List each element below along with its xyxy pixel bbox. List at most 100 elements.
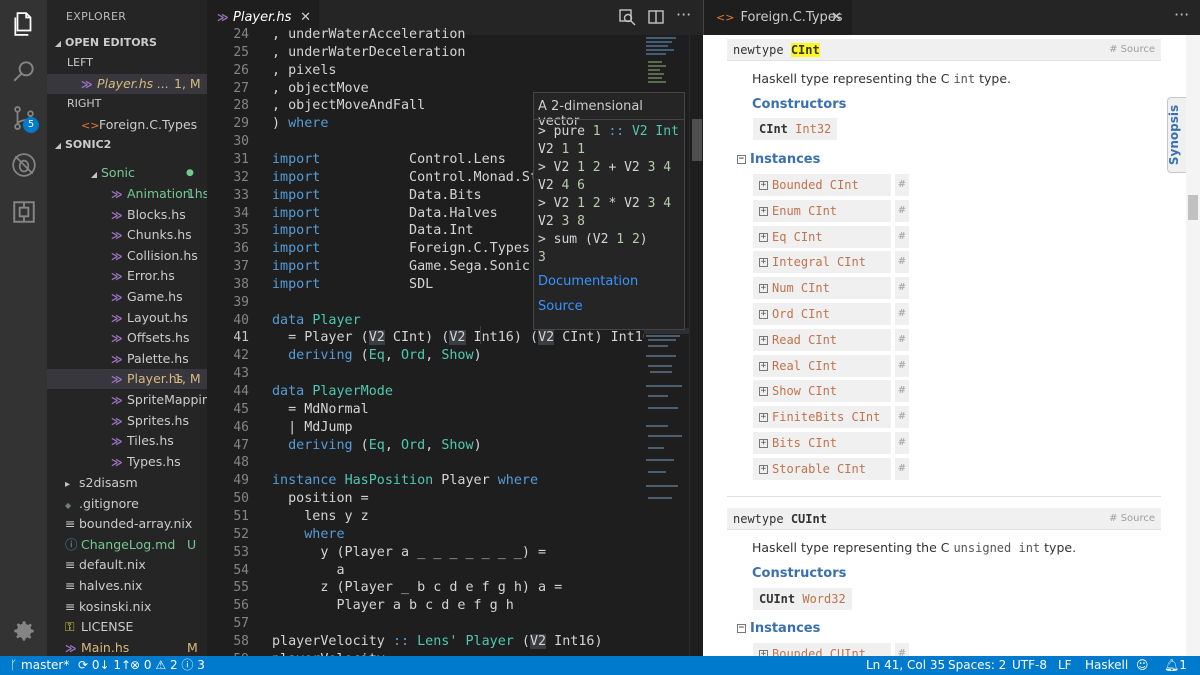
indentation[interactable]: Spaces: 2 (948, 656, 1006, 675)
collapse-icon[interactable]: − (737, 624, 746, 633)
instance-source-link[interactable]: # (895, 643, 909, 656)
synopsis-label[interactable]: Synopsis (1167, 105, 1181, 165)
line-ending[interactable]: LF (1058, 656, 1072, 675)
folder-sonic[interactable]: ◢ Sonic ● (47, 163, 207, 183)
branch-indicator[interactable]: ᚴ master* (10, 656, 69, 675)
close-icon[interactable]: ✕ (831, 0, 842, 35)
instance-source-link[interactable]: # (895, 457, 909, 480)
more-actions-icon[interactable]: ··· (1174, 7, 1192, 26)
instance-row[interactable]: + Show CInt (753, 380, 891, 403)
open-editor-player[interactable]: ≫ Player.hs ... 1, M (47, 74, 207, 94)
file-item[interactable]: ≫ Layout.hs (47, 308, 207, 328)
instance-source-link[interactable]: # (895, 406, 909, 429)
settings-gear-icon[interactable] (0, 607, 47, 654)
file-item[interactable]: ⚿ LICENSE (47, 617, 207, 637)
encoding[interactable]: UTF-8 (1012, 656, 1047, 675)
instance-row[interactable]: + Read CInt (753, 328, 891, 351)
file-item[interactable]: ≡ bounded-array.nix (47, 514, 207, 534)
file-item[interactable]: ▸ s2disasm (47, 473, 207, 493)
file-item[interactable]: ◆ .gitignore (47, 494, 207, 514)
file-item[interactable]: ≫ Sprites.hs (47, 411, 207, 431)
docs-scrollbar[interactable] (1186, 35, 1200, 656)
debug-icon[interactable] (0, 141, 47, 188)
instance-source-link[interactable]: # (895, 380, 909, 403)
scrollbar-thumb[interactable] (1188, 195, 1198, 220)
file-item[interactable]: ≫ SpriteMapping... (47, 390, 207, 410)
expand-icon[interactable]: + (759, 439, 768, 448)
sync-indicator[interactable]: ⟳ 0↓ 1↑ (78, 656, 131, 675)
file-item[interactable]: ≡ default.nix (47, 555, 207, 575)
source-link[interactable]: Source (538, 299, 583, 314)
file-item[interactable]: ≫ Main.hs M (47, 638, 207, 656)
expand-icon[interactable]: + (759, 361, 768, 371)
source-link[interactable]: # Source (1109, 39, 1155, 61)
expand-icon[interactable]: + (759, 284, 768, 294)
instance-source-link[interactable]: # (895, 303, 909, 325)
file-item[interactable]: ≫ Collision.hs (47, 246, 207, 266)
instance-row[interactable]: + Bits CInt (753, 432, 891, 454)
instance-row[interactable]: + Ord CInt (753, 303, 891, 325)
instance-row[interactable]: + Bounded CInt (753, 174, 891, 196)
instance-row[interactable]: + Integral CInt (753, 251, 891, 274)
instance-row[interactable]: + Real CInt (753, 354, 891, 377)
language-mode[interactable]: Haskell (1085, 656, 1128, 675)
documentation-link[interactable]: Documentation (538, 274, 638, 289)
expand-icon[interactable]: + (759, 258, 768, 268)
cint-instances-heading[interactable]: − Instances (737, 152, 820, 167)
file-item[interactable]: ≫ Game.hs (47, 287, 207, 307)
instance-source-link[interactable]: # (895, 199, 909, 222)
file-item[interactable]: ⓘ ChangeLog.md U (47, 535, 207, 555)
instance-row[interactable]: + Storable CInt (753, 457, 891, 480)
file-item[interactable]: ≫ Types.hs (47, 452, 207, 472)
file-item[interactable]: ≫ Blocks.hs (47, 205, 207, 225)
instance-row[interactable]: + Enum CInt (753, 199, 891, 222)
file-item[interactable]: ≫ Error.hs (47, 266, 207, 286)
expand-icon[interactable]: + (759, 387, 768, 397)
search-icon[interactable] (0, 47, 47, 94)
expand-icon[interactable]: + (759, 464, 768, 474)
instance-source-link[interactable]: # (895, 328, 909, 351)
notifications[interactable]: 🔔︎1 (1164, 656, 1187, 675)
instance-source-link[interactable]: # (895, 354, 909, 377)
instance-source-link[interactable]: # (895, 432, 909, 454)
split-editor-icon[interactable] (647, 8, 665, 26)
instance-row[interactable]: + Eq CInt (753, 225, 891, 248)
instance-row[interactable]: + Bounded CUInt (753, 643, 891, 656)
instance-row[interactable]: + FiniteBits CInt (753, 406, 891, 429)
instance-source-link[interactable]: # (895, 174, 909, 196)
file-item[interactable]: ≫ Animation.hs 1 (47, 184, 207, 204)
project-header[interactable]: ◢ SONIC2 (47, 135, 207, 155)
editor-scrollbar[interactable] (689, 35, 703, 656)
instance-source-link[interactable]: # (895, 251, 909, 274)
expand-icon[interactable]: + (759, 335, 768, 345)
file-item[interactable]: ≫ Player.hs 1, M (47, 369, 207, 390)
scrollbar-thumb[interactable] (692, 119, 702, 161)
problems-indicator[interactable]: ⊗ 0 ⚠ 2 ⓘ 3 (130, 656, 205, 675)
source-control-icon[interactable] (0, 94, 47, 141)
extensions-icon[interactable] (0, 188, 47, 235)
file-item[interactable]: ≡ halves.nix (47, 576, 207, 596)
instance-row[interactable]: + Num CInt (753, 277, 891, 300)
instance-source-link[interactable]: # (895, 277, 909, 300)
cuint-instances-heading[interactable]: − Instances (737, 621, 820, 636)
tab-foreign-c-types[interactable]: <> Foreign.C.Types ✕ (704, 0, 852, 35)
file-item[interactable]: ≫ Palette.hs (47, 349, 207, 369)
file-item[interactable]: ≡ kosinski.nix (47, 597, 207, 617)
expand-icon[interactable]: + (759, 206, 768, 216)
collapse-icon[interactable]: − (737, 155, 746, 164)
expand-icon[interactable]: + (759, 232, 768, 242)
expand-icon[interactable]: + (759, 413, 768, 423)
expand-icon[interactable]: + (759, 181, 768, 190)
more-actions-icon[interactable]: ··· (676, 7, 694, 26)
expand-icon[interactable]: + (759, 310, 768, 319)
source-link[interactable]: # Source (1109, 508, 1155, 530)
instance-source-link[interactable]: # (895, 225, 909, 248)
file-item[interactable]: ≫ Tiles.hs (47, 431, 207, 451)
explorer-icon[interactable] (0, 0, 47, 47)
open-editors-header[interactable]: ◢ OPEN EDITORS (47, 33, 207, 53)
file-item[interactable]: ≫ Chunks.hs (47, 225, 207, 245)
open-editor-foreign[interactable]: <>Foreign.C.Types (47, 115, 207, 135)
feedback-smiley-icon[interactable]: ☺ (1136, 656, 1149, 675)
file-item[interactable]: ≫ Offsets.hs (47, 328, 207, 348)
cursor-position[interactable]: Ln 41, Col 35 (866, 656, 945, 675)
